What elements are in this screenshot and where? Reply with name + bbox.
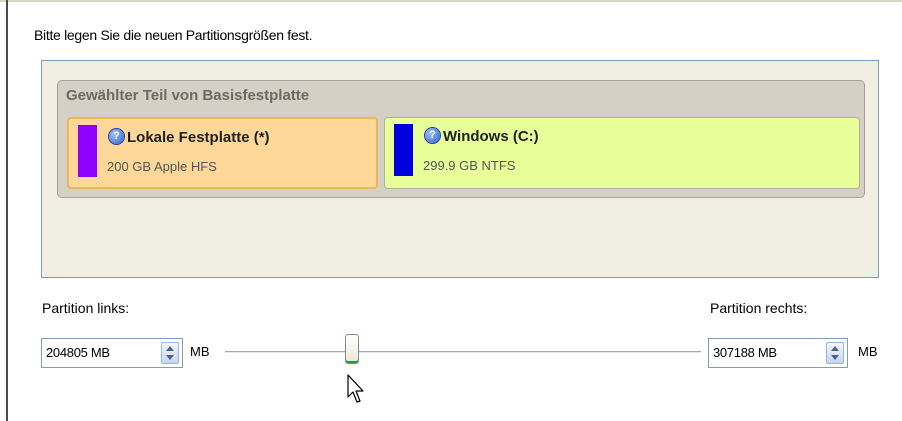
partition-color-swatch <box>78 125 97 177</box>
spin-up-icon[interactable] <box>166 346 174 351</box>
partition-right-size-value[interactable]: 307188 MB <box>713 345 777 360</box>
spin-down-icon[interactable] <box>166 355 174 360</box>
help-icon[interactable]: ? <box>425 128 440 143</box>
help-icon[interactable]: ? <box>109 129 124 144</box>
partition-description: 200 GB Apple HFS <box>107 159 217 174</box>
partition-left-label: Partition links: <box>42 300 130 316</box>
left-border <box>6 0 8 421</box>
partition-name: Windows (C:) <box>443 128 539 145</box>
partition-left-unit: MB <box>190 344 210 359</box>
mouse-pointer-icon <box>347 374 364 403</box>
spin-arrows-icon[interactable] <box>826 342 844 364</box>
partition-lokale-festplatte[interactable]: ? Lokale Festplatte (*) 200 GB Apple HFS <box>67 117 378 189</box>
partition-panel: Gewählter Teil von Basisfestplatte ? Lok… <box>41 60 879 278</box>
size-slider-thumb[interactable] <box>345 334 359 364</box>
partition-name: Lokale Festplatte (*) <box>127 129 270 146</box>
spin-arrows-icon[interactable] <box>161 342 179 364</box>
top-border <box>0 0 902 2</box>
disk-group-title: Gewählter Teil von Basisfestplatte <box>66 87 310 104</box>
spin-up-icon[interactable] <box>831 346 839 351</box>
partition-description: 299.9 GB NTFS <box>423 158 516 173</box>
partition-windows[interactable]: ? Windows (C:) 299.9 GB NTFS <box>384 117 860 189</box>
size-slider-track[interactable] <box>225 351 701 354</box>
partition-color-swatch <box>394 124 413 176</box>
instruction-text: Bitte legen Sie die neuen Partitionsgröß… <box>34 27 313 43</box>
partition-left-size-input[interactable]: 204805 MB <box>41 338 183 368</box>
partition-right-label: Partition rechts: <box>710 300 808 316</box>
disk-group: Gewählter Teil von Basisfestplatte ? Lok… <box>57 80 865 198</box>
partition-right-unit: MB <box>858 344 878 359</box>
spin-down-icon[interactable] <box>831 355 839 360</box>
partition-left-size-value[interactable]: 204805 MB <box>46 345 110 360</box>
partition-right-size-input[interactable]: 307188 MB <box>708 338 848 368</box>
